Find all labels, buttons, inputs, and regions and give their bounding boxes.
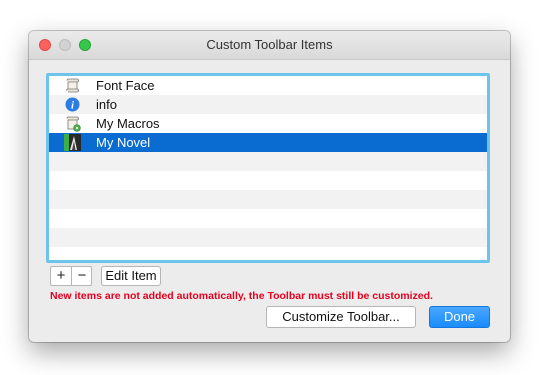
scroll-icon xyxy=(64,77,81,94)
window-title: Custom Toolbar Items xyxy=(206,37,333,52)
empty-row xyxy=(49,171,487,190)
warning-message: New items are not added automatically, t… xyxy=(50,290,433,302)
empty-row xyxy=(49,190,487,209)
info-icon: i xyxy=(64,96,81,113)
empty-row xyxy=(49,209,487,228)
titlebar: Custom Toolbar Items xyxy=(29,31,510,60)
empty-row xyxy=(49,152,487,171)
add-remove-control: + − xyxy=(50,266,92,286)
list-item[interactable]: My Macros xyxy=(49,114,487,133)
list-item-selected[interactable]: My Novel xyxy=(49,133,487,152)
remove-item-button[interactable]: − xyxy=(72,267,92,285)
edit-item-button[interactable]: Edit Item xyxy=(101,266,161,286)
list-item-label: My Novel xyxy=(96,135,151,150)
empty-row xyxy=(49,228,487,247)
toolbar-items-list[interactable]: Font Face i info My Macros My Novel xyxy=(46,73,490,263)
add-item-button[interactable]: + xyxy=(51,267,71,285)
customize-toolbar-button[interactable]: Customize Toolbar... xyxy=(266,306,416,328)
novel-icon xyxy=(64,134,81,151)
scroll-gear-icon xyxy=(64,115,81,132)
empty-row xyxy=(49,247,487,260)
list-item-label: My Macros xyxy=(96,116,160,131)
custom-toolbar-items-window: Custom Toolbar Items Font Face i info My… xyxy=(29,31,510,342)
list-item[interactable]: i info xyxy=(49,95,487,114)
list-item-label: info xyxy=(96,97,117,112)
list-item[interactable]: Font Face xyxy=(49,76,487,95)
done-button[interactable]: Done xyxy=(429,306,490,328)
list-item-label: Font Face xyxy=(96,78,155,93)
